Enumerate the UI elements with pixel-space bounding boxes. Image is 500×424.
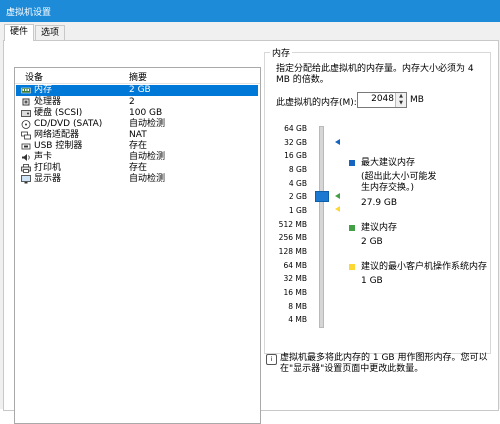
device-list[interactable]: 设备 摘要 内存 2 GB 处理器 2 硬盘 (SCSI) 100 GB CD/… (14, 67, 261, 424)
device-row-hard-disk[interactable]: 硬盘 (SCSI) 100 GB (16, 108, 258, 119)
memory-description: 指定分配给此虚拟机的内存量。内存大小必须为 4 MB 的倍数。 (276, 64, 474, 85)
legend-recommended-value: 2 GB (361, 237, 383, 247)
tab-hardware[interactable]: 硬件 (4, 24, 35, 41)
device-name: 硬盘 (SCSI) (34, 108, 83, 118)
scale-label: 4 GB (288, 179, 307, 188)
header-summary[interactable]: 摘要 (129, 70, 147, 83)
device-name: 处理器 (34, 97, 62, 107)
device-row-network-adapter[interactable]: 网络适配器 NAT (16, 130, 258, 141)
display-icon (21, 175, 31, 184)
memory-size-value[interactable]: 2048 (371, 94, 394, 104)
device-value: 2 GB (129, 85, 151, 95)
graphics-memory-info: 虚拟机最多将此内存的 1 GB 用作图形内存。您可以在"显示器"设置页面中更改此… (280, 353, 488, 374)
device-name: 声卡 (34, 152, 53, 162)
spin-down-icon[interactable]: ▼ (395, 100, 406, 107)
device-name: 网络适配器 (34, 130, 80, 140)
scale-label: 2 GB (288, 192, 307, 201)
memory-size-spinner[interactable]: 2048 ▲ ▼ (357, 92, 407, 108)
device-value: 100 GB (129, 108, 163, 118)
scale-label: 8 GB (288, 165, 307, 174)
tab-options[interactable]: 选项 (35, 25, 66, 40)
max-recommended-marker (335, 139, 340, 145)
info-icon: i (266, 354, 277, 365)
cpu-icon (22, 98, 30, 106)
header-device[interactable]: 设备 (25, 70, 43, 83)
scale-label: 256 MB (278, 233, 307, 242)
legend-swatch-min (349, 264, 355, 270)
device-row-usb-controller[interactable]: USB 控制器 存在 (16, 141, 258, 152)
network-adapter-icon (21, 131, 31, 140)
legend-min-value: 1 GB (361, 276, 383, 286)
legend-max-title: 最大建议内存 (361, 158, 416, 168)
device-value: 存在 (129, 141, 148, 151)
device-value: 存在 (129, 163, 148, 173)
legend-swatch-recommended (349, 225, 355, 231)
sound-card-icon (22, 154, 30, 161)
device-name: 内存 (34, 85, 53, 95)
recommended-marker (335, 193, 340, 199)
memory-slider-track[interactable] (319, 126, 324, 328)
scale-label: 16 MB (283, 288, 307, 297)
device-name: 打印机 (34, 163, 62, 173)
memory-icon (21, 87, 31, 94)
device-value: 自动检测 (129, 174, 166, 184)
legend-min-title: 建议的最小客户机操作系统内存 (361, 262, 488, 272)
legend-recommended-title: 建议内存 (361, 223, 398, 233)
scale-label: 512 MB (278, 220, 307, 229)
spin-up-icon[interactable]: ▲ (395, 93, 406, 100)
device-row-processor[interactable]: 处理器 2 (16, 97, 258, 108)
device-name: USB 控制器 (34, 141, 83, 151)
device-row-cd-dvd[interactable]: CD/DVD (SATA) 自动检测 (16, 119, 258, 130)
legend-max-note: (超出此大小可能发生内存交换。) (361, 172, 437, 193)
scale-label: 16 GB (284, 151, 307, 160)
scale-label: 32 MB (283, 274, 307, 283)
memory-field-label: 此虚拟机的内存(M): (276, 98, 357, 108)
device-row-memory[interactable]: 内存 2 GB (16, 85, 258, 96)
legend-max-value: 27.9 GB (361, 198, 398, 208)
scale-label: 64 GB (284, 124, 307, 133)
device-value: 自动检测 (129, 152, 166, 162)
scale-label: 1 GB (288, 206, 307, 215)
printer-icon (21, 164, 31, 173)
device-row-display[interactable]: 显示器 自动检测 (16, 174, 258, 185)
memory-group-title: 内存 (270, 46, 293, 59)
device-list-header: 设备 摘要 (15, 68, 260, 84)
cd-dvd-icon (21, 120, 31, 129)
device-name: 显示器 (34, 174, 62, 184)
device-value: NAT (129, 130, 147, 140)
window-title: 虚拟机设置 (6, 8, 52, 18)
scale-label: 128 MB (278, 247, 307, 256)
memory-slider-thumb[interactable] (315, 191, 329, 202)
device-value: 2 (129, 97, 135, 107)
scale-label: 4 MB (288, 315, 307, 324)
title-bar: 虚拟机设置 (0, 0, 500, 22)
device-value: 自动检测 (129, 119, 166, 129)
scale-label: 8 MB (288, 302, 307, 311)
scale-label: 64 MB (283, 261, 307, 270)
min-recommended-marker (335, 206, 340, 212)
hard-disk-icon (21, 110, 31, 117)
memory-unit: MB (410, 95, 424, 105)
device-row-printer[interactable]: 打印机 存在 (16, 163, 258, 174)
scale-label: 32 GB (284, 138, 307, 147)
legend-swatch-max (349, 160, 355, 166)
usb-icon (21, 143, 31, 150)
device-row-sound-card[interactable]: 声卡 自动检测 (16, 152, 258, 163)
device-name: CD/DVD (SATA) (34, 119, 103, 129)
